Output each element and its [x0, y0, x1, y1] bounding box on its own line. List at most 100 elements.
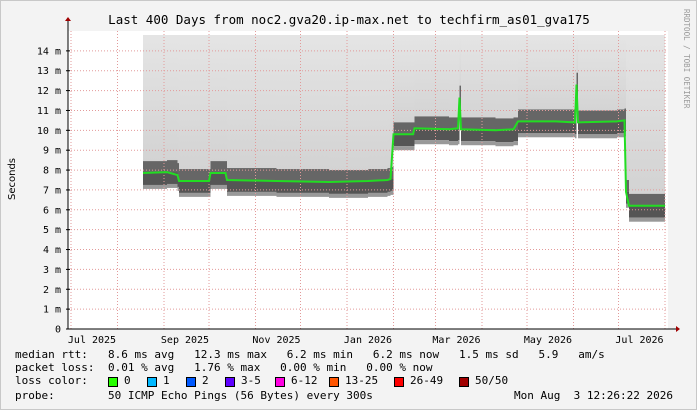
smoke-band-core-lower — [578, 122, 617, 135]
smoke-band-lower — [276, 192, 329, 197]
loss-color-swatch — [147, 377, 157, 387]
smoke-band-core-lower — [179, 180, 209, 193]
smoke-band-upper — [413, 35, 415, 135]
smoke-band-upper — [617, 35, 625, 122]
smoke-band-upper — [518, 35, 556, 122]
smoke-band-upper — [225, 35, 227, 174]
smoke-band-lower — [458, 140, 460, 145]
x-tick-label: Sep 2025 — [161, 335, 209, 346]
smoke-band-upper — [276, 35, 329, 181]
graph-image: 01 m2 m3 m4 m5 m6 m7 m8 m9 m 10 m 11 m 12 m… — [0, 0, 697, 410]
y-tick-label: 1 m — [43, 305, 61, 316]
loss-color-swatch — [108, 377, 118, 387]
y-tick-label: 7 m — [43, 185, 61, 196]
y-tick-label: 14 m — [37, 46, 61, 57]
smoke-band-core-lower — [209, 180, 211, 193]
loss-color-label: 13-25 — [345, 374, 379, 387]
loss-color-swatch — [329, 377, 339, 387]
x-axis-arrow — [676, 326, 680, 332]
x-tick-label: Jul 2026 — [615, 335, 663, 346]
smoke-band-lower — [575, 134, 577, 139]
loss-color-label: 2 — [202, 374, 209, 387]
smoke-band-lower — [179, 192, 209, 197]
smoke-band-lower — [225, 184, 227, 189]
smoke-band-core-upper — [210, 161, 226, 174]
smoke-band-upper — [209, 35, 211, 181]
smoke-band-core-upper — [555, 109, 575, 122]
smoke-band-lower — [227, 191, 277, 196]
smoke-band-core-lower — [393, 134, 413, 147]
smoke-band-upper — [227, 35, 277, 180]
loss-color-swatch — [459, 377, 469, 387]
smoke-band-lower — [413, 146, 415, 151]
x-tick-label: May 2026 — [524, 335, 572, 346]
smoke-band-core-lower — [413, 134, 415, 147]
smoke-band-lower — [555, 133, 575, 138]
smoke-band-upper — [461, 35, 496, 130]
smoke-band-core-upper — [225, 161, 227, 174]
watermark: RRDTOOL / TOBI OETIKER — [682, 9, 691, 109]
loss-color-swatch — [186, 377, 196, 387]
smoke-band-core-lower — [210, 173, 226, 185]
y-tick-label: 12 m — [37, 86, 61, 97]
smoke-band-core-upper — [459, 85, 461, 98]
loss-color-label: 26-49 — [410, 374, 444, 387]
y-tick-label: 10 m — [37, 126, 61, 137]
smoke-band-upper — [578, 35, 617, 123]
loss-color-label: 6-12 — [291, 374, 318, 387]
smoke-band-upper — [329, 35, 368, 182]
y-tick-label: 6 m — [43, 205, 61, 216]
smoke-band-core-upper — [414, 116, 449, 129]
timestamp: Mon Aug 3 12:26:22 2026 — [514, 389, 673, 402]
smoke-band-core-upper — [518, 109, 556, 122]
smoke-band-core-upper — [624, 108, 626, 121]
smoke-band-upper — [177, 35, 179, 176]
smoke-band-core-lower — [368, 180, 388, 193]
smoke-band-core-lower — [329, 181, 368, 194]
smoke-band-core-lower — [513, 129, 518, 142]
chart-title: Last 400 Days from noc2.gva20.ip-max.net… — [108, 12, 590, 27]
y-axis-label: Seconds — [7, 158, 18, 200]
smoke-band-core-lower — [629, 205, 665, 218]
x-tick-label: Mar 2026 — [432, 335, 480, 346]
packet-loss-values: 0.01 % avg 1.76 % max 0.00 % min 0.00 % … — [108, 361, 433, 374]
smoke-band-upper — [555, 35, 575, 122]
smoke-band-upper — [368, 35, 388, 181]
loss-color-swatch — [394, 377, 404, 387]
smoke-band-lower — [518, 133, 556, 138]
smoke-band-lower — [210, 184, 226, 189]
y-tick-label: 3 m — [43, 265, 61, 276]
x-tick-label: Jul 2025 — [68, 335, 116, 346]
smoke-band-upper — [414, 35, 449, 129]
smoke-band-upper — [449, 35, 458, 130]
loss-color-swatch — [275, 377, 285, 387]
y-tick-label: 11 m — [37, 106, 61, 117]
smoke-band-core-lower — [575, 122, 577, 135]
smoke-band-core-upper — [576, 72, 578, 85]
y-tick-label: 0 — [55, 325, 61, 336]
smoke-band-lower — [449, 141, 458, 146]
median-rtt-label: median rtt: — [15, 348, 88, 361]
smoke-band-upper — [210, 35, 226, 174]
smoke-band-lower — [578, 134, 617, 139]
smoke-band-lower — [629, 217, 665, 222]
loss-color-label: 1 — [163, 374, 170, 387]
y-axis-arrow — [65, 17, 71, 21]
smoke-band-lower — [513, 141, 518, 146]
smoke-band-upper — [167, 35, 178, 173]
smoke-band-lower — [177, 186, 179, 191]
y-tick-label: 4 m — [43, 245, 61, 256]
smoke-band-lower — [143, 184, 167, 189]
smoke-band-core-upper — [393, 122, 413, 135]
smoke-band-upper — [629, 35, 665, 206]
smoke-band-lower — [461, 141, 496, 146]
smoke-band-core-upper — [179, 169, 209, 181]
smoke-band-core-lower — [449, 129, 458, 142]
smoke-band-lower — [387, 191, 391, 196]
smoke-band-core-upper — [276, 169, 329, 181]
probe-label: probe: — [15, 389, 55, 402]
smoke-band-lower — [329, 193, 368, 198]
loss-color-label: 50/50 — [475, 374, 509, 387]
smoke-band-upper — [393, 35, 413, 135]
loss-color-swatch — [225, 377, 235, 387]
